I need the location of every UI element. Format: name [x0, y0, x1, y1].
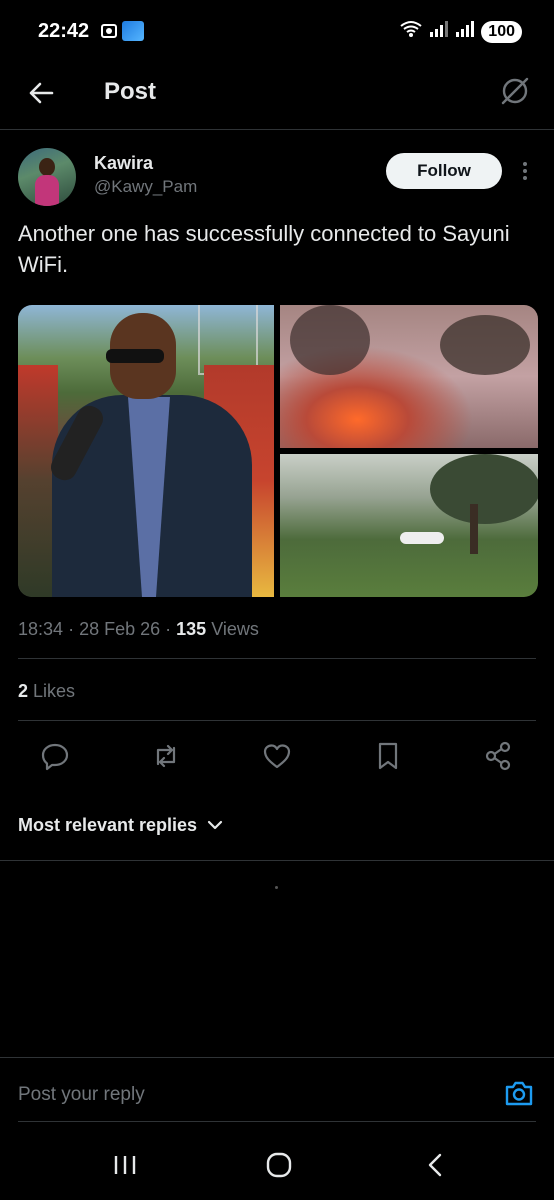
reply-icon[interactable] [39, 740, 71, 772]
chevron-down-icon [207, 815, 223, 836]
media-image-speaker[interactable] [18, 305, 274, 597]
status-time: 22:42 [38, 20, 90, 42]
post-text: Another one has successfully connected t… [18, 221, 510, 277]
wifi-icon [399, 20, 423, 43]
replies-sort-label: Most relevant replies [18, 815, 198, 835]
divider [0, 860, 554, 861]
back-arrow-icon[interactable] [26, 78, 56, 108]
views-count: 135 [176, 619, 207, 639]
follow-button[interactable]: Follow [386, 153, 502, 189]
author-name[interactable]: Kawira [94, 153, 153, 174]
status-bar: 22:42 100 [0, 0, 554, 62]
post-date: 28 Feb 26 [79, 619, 161, 639]
top-bar: Post [0, 62, 554, 130]
avatar[interactable] [18, 148, 76, 206]
likes-label: Likes [33, 681, 76, 701]
divider [18, 720, 536, 721]
recent-apps-icon[interactable] [110, 1150, 140, 1180]
divider [0, 1057, 554, 1058]
like-icon[interactable] [261, 740, 293, 772]
views-label: Views [211, 619, 259, 639]
app-notification-icon [122, 21, 144, 41]
system-navigation-bar [0, 1130, 554, 1200]
author-handle[interactable]: @Kawy_Pam [94, 177, 197, 197]
battery-level: 100 [481, 20, 522, 43]
status-indicators: 100 [399, 20, 522, 43]
media-image-fire[interactable] [280, 305, 538, 448]
replies-sort-dropdown[interactable]: Most relevant replies [18, 815, 223, 836]
share-icon[interactable] [482, 740, 514, 772]
home-icon[interactable] [264, 1150, 294, 1180]
loading-indicator [275, 886, 278, 889]
repost-icon[interactable] [150, 740, 182, 772]
likes-count: 2 [18, 681, 29, 701]
divider [18, 658, 536, 659]
bookmark-icon[interactable] [372, 740, 404, 772]
divider [18, 1121, 536, 1122]
post-media-grid [18, 305, 538, 597]
post-meta: 18:34 · 28 Feb 26 · 135 Views [18, 619, 259, 639]
signal-icon-2 [455, 20, 475, 43]
screenshot-icon [99, 21, 119, 41]
grok-icon[interactable] [498, 74, 532, 108]
camera-icon[interactable] [503, 1078, 535, 1108]
media-image-helicopter[interactable] [280, 454, 538, 597]
likes-summary[interactable]: 2 Likes [18, 681, 75, 702]
signal-icon [429, 20, 449, 43]
reply-input[interactable]: Post your reply [18, 1084, 145, 1106]
more-options-icon[interactable] [516, 160, 534, 182]
post-time: 18:34 [18, 619, 64, 639]
page-title: Post [104, 78, 157, 105]
system-back-icon[interactable] [420, 1150, 450, 1180]
post-actions [0, 740, 554, 776]
